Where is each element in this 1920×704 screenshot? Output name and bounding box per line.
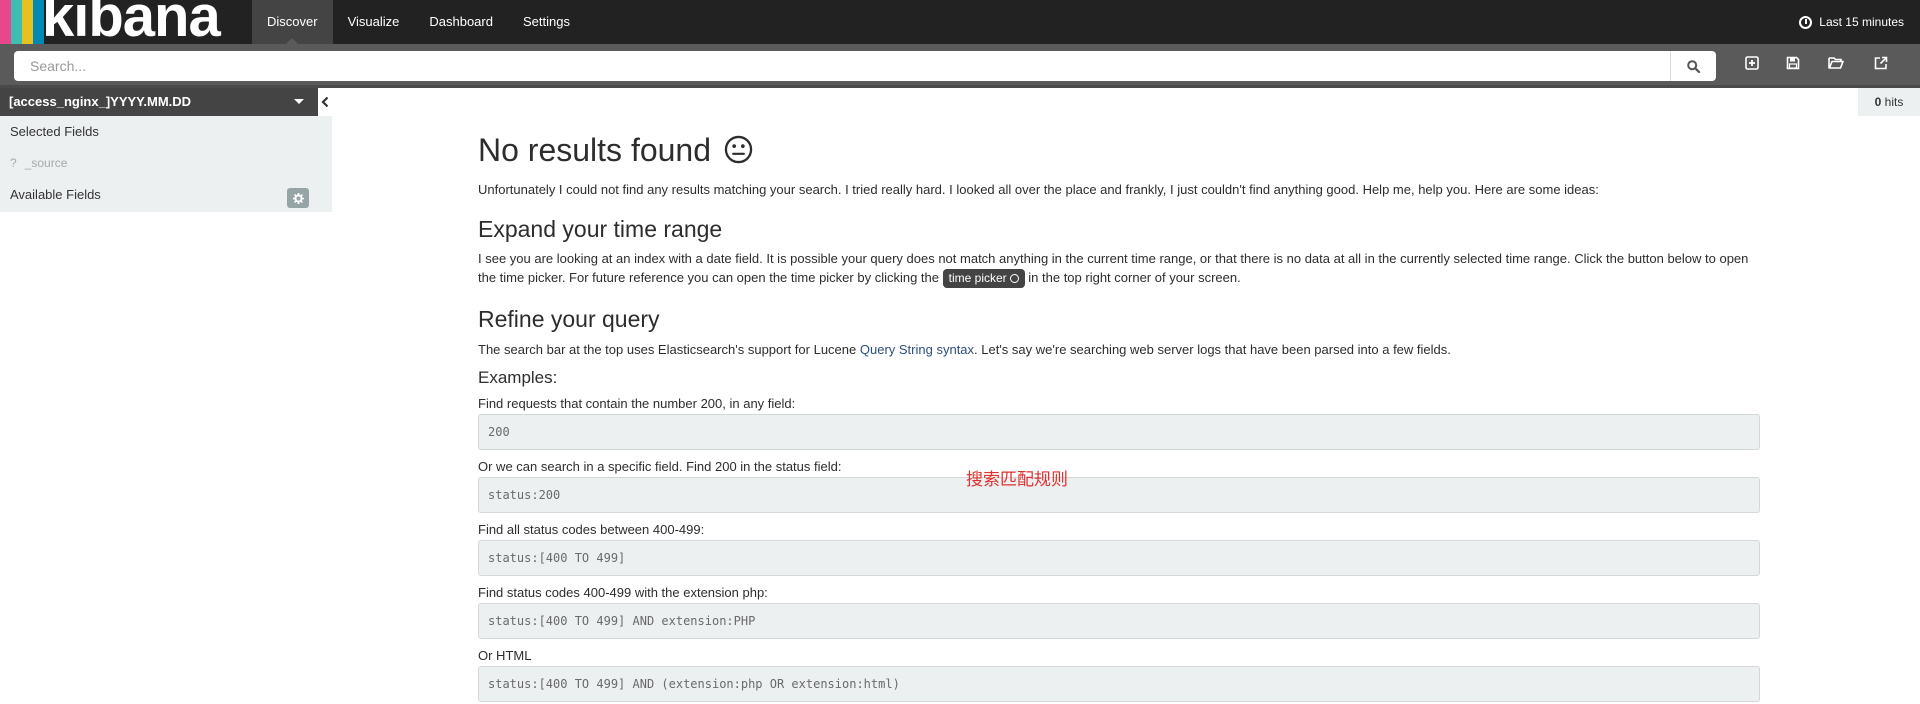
tab-settings[interactable]: Settings: [508, 0, 585, 44]
example-query-box: status:200: [478, 477, 1760, 513]
field-sidebar: [access_nginx_]YYYY.MM.DD Selected Field…: [0, 88, 332, 212]
top-navbar: kibana Discover Visualize Dashboard Sett…: [0, 0, 1920, 49]
time-range-heading: Expand your time range: [478, 216, 723, 242]
example-query-box: status:[400 TO 499]: [478, 540, 1760, 576]
annotation-label: 搜索匹配规则: [966, 470, 1068, 490]
page-title: No results found: [478, 132, 753, 169]
index-pattern-selector[interactable]: [access_nginx_]YYYY.MM.DD: [0, 88, 318, 116]
field-name: _source: [24, 156, 68, 170]
save-search-icon: [1786, 56, 1800, 70]
chevron-left-icon: [321, 96, 329, 108]
refine-query-text-part1: The search bar at the top uses Elasticse…: [478, 342, 857, 357]
time-picker-button[interactable]: Last 15 minutes: [1799, 0, 1904, 44]
clock-icon: [1009, 274, 1019, 283]
example-query-box: status:[400 TO 499] AND extension:PHP: [478, 603, 1760, 639]
time-range-text: I see you are looking at an index with a…: [478, 249, 1760, 288]
save-search-button[interactable]: [1785, 55, 1801, 71]
example-label: Find status codes 400-499 with the exten…: [478, 585, 768, 600]
example-query-box: status:[400 TO 499] AND (extension:php O…: [478, 666, 1760, 702]
hits-label: hits: [1884, 95, 1904, 109]
example-label: Find all status codes between 400-499:: [478, 522, 705, 537]
collapse-sidebar-button[interactable]: [318, 88, 332, 116]
hits-count: 0: [1874, 95, 1882, 109]
page-title-text: No results found: [478, 132, 712, 168]
field-item-source[interactable]: ? _source: [10, 156, 67, 170]
selected-fields-heading: Selected Fields: [10, 124, 99, 139]
share-button[interactable]: [1873, 55, 1889, 71]
gear-icon: [292, 192, 304, 204]
open-search-icon: [1828, 57, 1844, 69]
caret-down-icon: [294, 99, 304, 104]
tab-dashboard[interactable]: Dashboard: [414, 0, 508, 44]
kibana-logo[interactable]: kibana: [0, 0, 240, 49]
query-string-syntax-link[interactable]: Query String syntax: [860, 342, 974, 357]
time-picker-badge[interactable]: time picker: [942, 269, 1025, 288]
clock-icon: [1799, 15, 1813, 29]
intro-text: Unfortunately I could not find any resul…: [478, 182, 1599, 197]
time-range-text-part2: in the top right corner of your screen.: [1028, 270, 1241, 285]
refine-query-heading: Refine your query: [478, 306, 660, 332]
search-input[interactable]: [14, 51, 1670, 81]
available-fields-heading: Available Fields: [10, 187, 101, 202]
logo-wordmark: kibana: [42, 0, 221, 49]
example-label: Find requests that contain the number 20…: [478, 396, 796, 411]
new-search-button[interactable]: [1744, 55, 1760, 71]
logo-color-bars: [0, 0, 44, 44]
tab-discover[interactable]: Discover: [252, 0, 333, 44]
neutral-face-icon: [724, 135, 753, 164]
field-settings-button[interactable]: [287, 188, 309, 208]
hits-counter: 0 hits: [1858, 88, 1920, 116]
refine-query-text-part2: . Let's say we're searching web server l…: [974, 342, 1451, 357]
time-range-label: Last 15 minutes: [1819, 15, 1904, 29]
index-pattern-name: [access_nginx_]YYYY.MM.DD: [9, 94, 192, 109]
example-label: Or we can search in a specific field. Fi…: [478, 459, 842, 474]
refine-query-text: The search bar at the top uses Elasticse…: [478, 340, 1760, 359]
example-query-box: 200: [478, 414, 1760, 450]
open-search-button[interactable]: [1828, 55, 1844, 71]
example-label: Or HTML: [478, 648, 532, 663]
search-bar-row: [0, 44, 1920, 88]
new-search-icon: [1745, 56, 1759, 70]
nav-tabs: Discover Visualize Dashboard Settings: [252, 0, 585, 44]
tab-visualize[interactable]: Visualize: [333, 0, 415, 44]
search-icon: [1687, 59, 1700, 73]
field-type-unknown-icon: ?: [10, 156, 17, 170]
share-icon: [1874, 56, 1888, 70]
examples-heading: Examples:: [478, 368, 558, 387]
time-picker-badge-label: time picker: [948, 271, 1007, 285]
search-button[interactable]: [1670, 51, 1716, 81]
